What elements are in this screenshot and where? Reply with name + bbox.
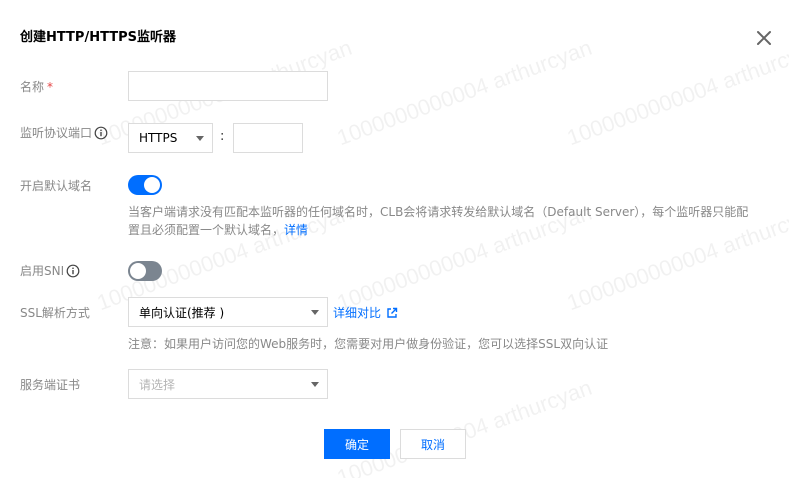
protocol-port-separator: : — [220, 129, 225, 144]
watermark: 1000000000004 arthurcyan — [333, 374, 596, 478]
server-cert-select[interactable]: 请选择 — [128, 369, 328, 399]
confirm-button[interactable]: 确定 — [324, 429, 390, 459]
default-domain-label: 开启默认域名 — [20, 177, 92, 194]
default-domain-toggle[interactable] — [128, 175, 162, 195]
server-cert-label-text: 服务端证书 — [20, 378, 81, 392]
create-listener-dialog: 1000000000004 arthurcyan 1000000000004 a… — [0, 0, 789, 478]
default-domain-description-line1: 当客户端请求没有匹配本监听器的任何域名时，CLB会将请求转发给默认域名（Defa… — [128, 205, 749, 219]
default-domain-label-text: 开启默认域名 — [20, 179, 93, 193]
name-label: 名称 * — [20, 78, 53, 95]
caret-down-icon — [311, 310, 319, 315]
toggle-knob — [144, 177, 160, 193]
protocol-select[interactable]: HTTPS — [128, 123, 213, 153]
sni-label-text: 启用SNI — [20, 264, 65, 278]
port-input[interactable] — [233, 123, 303, 153]
caret-down-icon — [311, 382, 319, 387]
protocol-port-label: 监听协议端口 — [20, 124, 108, 141]
name-input[interactable] — [128, 71, 328, 101]
sni-toggle[interactable] — [128, 261, 162, 281]
info-icon[interactable] — [66, 264, 80, 278]
external-link-icon — [386, 307, 398, 319]
ssl-mode-select-value: 单向认证(推荐 ) — [139, 305, 225, 320]
name-label-text: 名称 — [20, 80, 45, 94]
compare-link[interactable]: 详细对比 — [333, 304, 398, 321]
ssl-mode-label-text: SSL解析方式 — [20, 306, 90, 320]
ssl-mode-note: 注意：如果用户访问您的Web服务时，您需要对用户做身份验证，您可以选择SSL双向… — [128, 337, 609, 351]
info-icon[interactable] — [94, 126, 108, 140]
sni-label: 启用SNI — [20, 262, 80, 279]
cancel-button[interactable]: 取消 — [400, 429, 466, 459]
protocol-select-value: HTTPS — [139, 131, 178, 145]
ssl-mode-select[interactable]: 单向认证(推荐 ) — [128, 297, 328, 327]
toggle-knob — [130, 263, 146, 279]
dialog-title: 创建HTTP/HTTPS监听器 — [20, 30, 176, 45]
close-icon[interactable] — [754, 28, 774, 48]
server-cert-select-placeholder: 请选择 — [139, 377, 176, 392]
caret-down-icon — [196, 136, 204, 141]
server-cert-label: 服务端证书 — [20, 376, 80, 393]
required-mark: * — [47, 79, 54, 94]
compare-link-text: 详细对比 — [333, 306, 382, 320]
watermark: 1000000000004 arthurcyan — [563, 34, 789, 151]
watermark: 1000000000004 arthurcyan — [333, 34, 596, 151]
default-domain-description: 当客户端请求没有匹配本监听器的任何域名时，CLB会将请求转发给默认域名（Defa… — [128, 203, 758, 239]
ssl-mode-label: SSL解析方式 — [20, 304, 90, 321]
details-link[interactable]: 详情 — [284, 223, 308, 237]
protocol-port-label-text: 监听协议端口 — [20, 126, 93, 140]
default-domain-description-line2: 置且必须配置一个默认域名， — [128, 223, 285, 237]
